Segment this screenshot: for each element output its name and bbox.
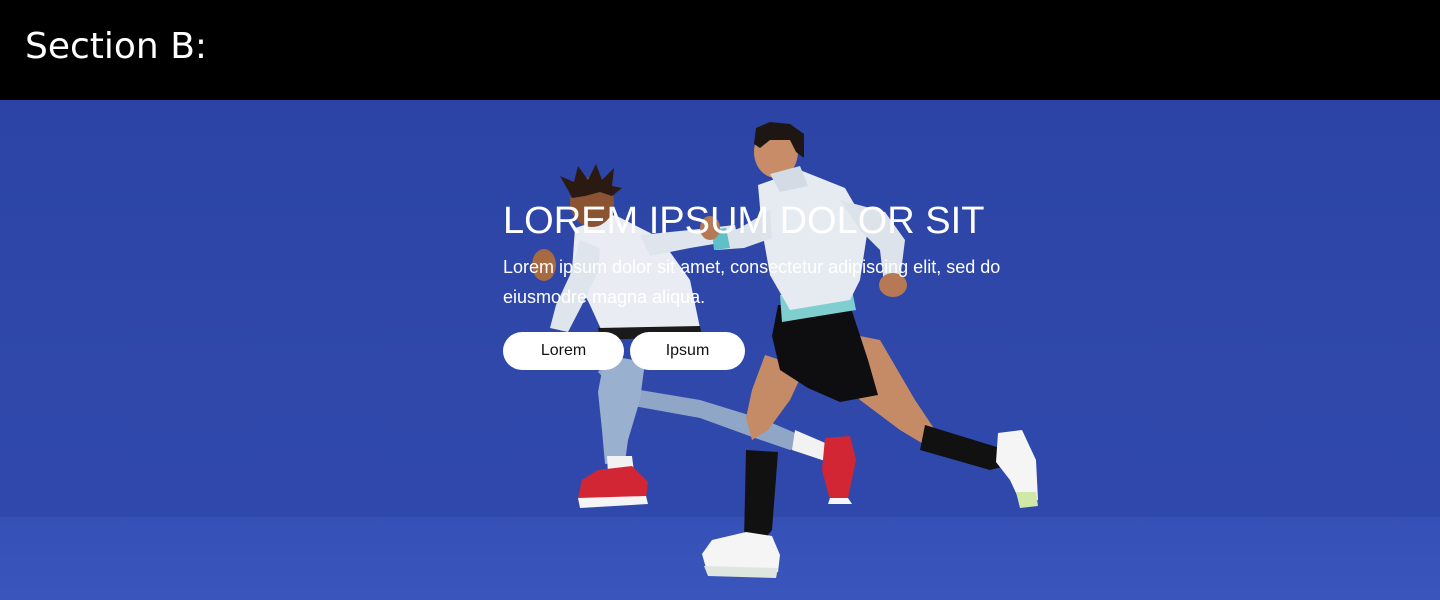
hero-headline: LOREM IPSUM DOLOR SIT <box>503 200 985 242</box>
hero-body-text: Lorem ipsum dolor sit amet, consectetur … <box>503 257 1001 307</box>
lorem-button[interactable]: Lorem <box>503 332 624 370</box>
hero-content: LOREM IPSUM DOLOR SIT Lorem ipsum dolor … <box>503 200 1023 370</box>
hero-button-group: Lorem Ipsum <box>503 332 1023 370</box>
section-title: Section B: <box>25 26 208 67</box>
section-header: Section B: <box>0 0 1440 100</box>
hero-banner: LOREM IPSUM DOLOR SIT Lorem ipsum dolor … <box>0 100 1440 600</box>
ipsum-button[interactable]: Ipsum <box>630 332 745 370</box>
